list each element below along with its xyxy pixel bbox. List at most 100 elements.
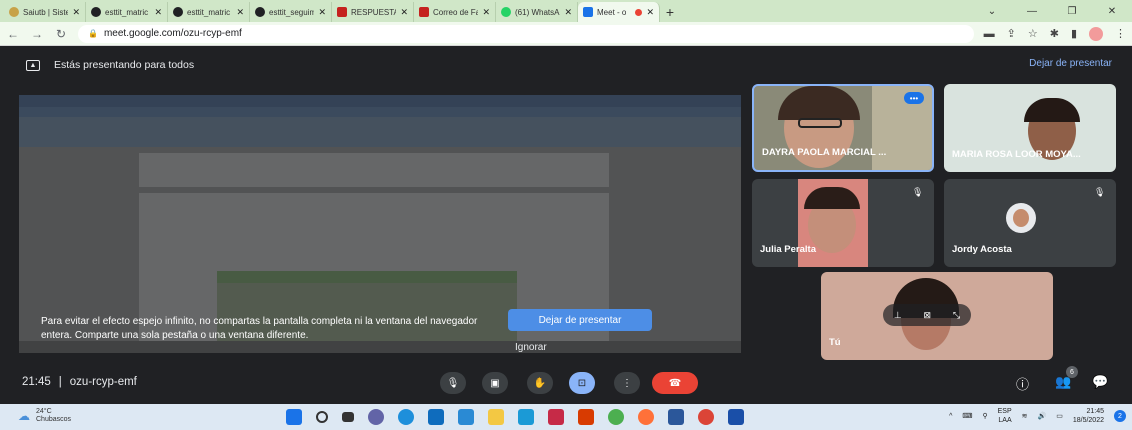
close-icon[interactable]: ✕ (646, 7, 654, 18)
frame-off-icon[interactable]: ⊠ (924, 310, 932, 321)
stop-presenting-button[interactable]: Dejar de presentar (508, 309, 652, 331)
language-indicator[interactable]: ESP LAA (998, 407, 1012, 425)
tab-favicon (255, 7, 265, 17)
end-call-button[interactable]: ☎ (652, 372, 698, 394)
store-icon[interactable] (428, 409, 444, 425)
tab-3[interactable]: esttit_seguim ✕ (250, 2, 332, 22)
participant-tile[interactable]: 🎙 Julia Peralta (752, 179, 934, 267)
address-bar[interactable]: 🔒 meet.google.com/ozu-rcyp-emf (78, 24, 974, 43)
tab-5[interactable]: Correo de Fa ✕ (414, 2, 496, 22)
minimize-self-icon[interactable]: ⤡ (953, 310, 960, 321)
weather-temp: 24°C (36, 408, 52, 415)
ignore-button[interactable]: Ignorar (515, 342, 547, 353)
chevron-down-icon[interactable]: ⌄ (972, 0, 1012, 22)
forward-arrow-icon[interactable]: → (30, 27, 44, 41)
chrome-icon[interactable] (608, 409, 624, 425)
app-red-icon[interactable] (548, 409, 564, 425)
gmail-icon (419, 7, 429, 17)
star-icon[interactable]: ☆ (1028, 27, 1038, 40)
mirror-warning-text: Para evitar el efecto espejo infinito, n… (41, 316, 478, 341)
camera-button[interactable]: ▣ (482, 372, 508, 394)
tab-6[interactable]: (61) WhatsAp ✕ (496, 2, 578, 22)
close-window-icon[interactable]: ✕ (1092, 0, 1132, 22)
participant-tile[interactable]: MARIA ROSA LOOR MOYA... (944, 84, 1116, 172)
chat-icon[interactable]: 💬 (1092, 374, 1108, 390)
mail-icon[interactable] (458, 409, 474, 425)
weather-icon: ☁ (18, 409, 30, 423)
teams-chat-icon[interactable] (368, 409, 384, 425)
close-icon[interactable]: ✕ (72, 7, 80, 18)
close-icon[interactable]: ✕ (400, 7, 408, 18)
mic-off-icon: 🎙 (1094, 187, 1106, 197)
raise-hand-button[interactable]: ✋ (527, 372, 553, 394)
tile-options-icon[interactable]: ••• (904, 92, 924, 104)
notification-badge[interactable]: 2 (1114, 410, 1126, 422)
keyboard-icon[interactable]: ⌨ (962, 412, 972, 420)
side-panel-icon[interactable]: ▮ (1071, 27, 1077, 40)
profile-avatar[interactable] (1089, 26, 1103, 41)
usb-icon[interactable]: ⚲ (982, 412, 987, 420)
task-view-icon[interactable] (342, 412, 354, 422)
tab-label: Correo de Fa (433, 7, 479, 17)
tab-favicon (173, 7, 183, 17)
info-icon[interactable]: ⓘ (1016, 374, 1029, 393)
participant-avatar (1006, 203, 1036, 233)
pin-icon[interactable]: ⊥ (894, 310, 902, 321)
app-blue-icon[interactable] (728, 409, 744, 425)
close-icon[interactable]: ✕ (318, 7, 326, 18)
system-tray: ^ ⌨ ⚲ ESP LAA ≋ 🔊 ▭ 21:45 18/5/2022 2 (949, 407, 1126, 425)
reload-icon[interactable]: ↻ (54, 27, 68, 41)
wifi-icon[interactable]: ≋ (1022, 412, 1028, 420)
tab-1[interactable]: esttit_matric ✕ (86, 2, 168, 22)
close-icon[interactable]: ✕ (236, 7, 244, 18)
menu-dots-icon[interactable]: ⋮ (1115, 27, 1126, 40)
new-tab-button[interactable]: + (660, 2, 680, 22)
recording-dot-icon (635, 8, 643, 16)
tab-7-active[interactable]: Meet - o ✕ (578, 2, 660, 22)
participant-name: Jordy Acosta (952, 244, 1012, 255)
back-arrow-icon[interactable]: ← (6, 27, 20, 41)
self-tile[interactable]: ⊥ ⊠ ⤡ Tú (821, 272, 1053, 360)
participant-hair (1024, 98, 1080, 122)
app-l-icon[interactable] (518, 409, 534, 425)
chrome-icon[interactable] (698, 409, 714, 425)
self-hover-controls: ⊥ ⊠ ⤡ (883, 304, 971, 326)
tab-4[interactable]: RESPUESTA ✕ (332, 2, 414, 22)
presenting-text: Estás presentando para todos (54, 59, 195, 71)
tab-favicon (91, 7, 101, 17)
participant-tile[interactable]: ••• DAYRA PAOLA MARCIAL ... (752, 84, 934, 172)
lock-icon: 🔒 (88, 29, 98, 38)
close-icon[interactable]: ✕ (564, 7, 572, 18)
present-button[interactable]: ⊡ (569, 372, 595, 394)
maximize-icon[interactable]: ❐ (1052, 0, 1092, 22)
tab-2[interactable]: esttit_matric ✕ (168, 2, 250, 22)
camera-in-use-icon[interactable]: ▬ (984, 28, 995, 40)
file-explorer-icon[interactable] (488, 409, 504, 425)
battery-icon[interactable]: ▭ (1056, 412, 1063, 420)
edge-icon[interactable] (398, 409, 414, 425)
microphone-button[interactable]: 🎙 (440, 372, 466, 394)
office-icon[interactable] (578, 409, 594, 425)
windows-start-icon[interactable] (286, 409, 302, 425)
present-screen-icon: ▲ (26, 59, 40, 71)
mic-off-icon: 🎙 (912, 187, 924, 197)
close-icon[interactable]: ✕ (154, 7, 162, 18)
search-icon[interactable] (316, 411, 328, 423)
volume-icon[interactable]: 🔊 (1038, 412, 1047, 420)
clock[interactable]: 21:45 18/5/2022 (1073, 407, 1104, 425)
chevron-up-icon[interactable]: ^ (949, 413, 952, 420)
participant-tile[interactable]: 🎙 Jordy Acosta (944, 179, 1116, 267)
weather-widget[interactable]: ☁ 24°C Chubascos (18, 408, 71, 424)
firefox-icon[interactable] (638, 409, 654, 425)
minimize-icon[interactable]: — (1012, 0, 1052, 22)
stop-presenting-link[interactable]: Dejar de presentar (1029, 58, 1112, 69)
extensions-icon[interactable]: ✱ (1050, 27, 1059, 40)
tab-0[interactable]: Saiutb | Siste ✕ (4, 2, 86, 22)
tab-label: esttit_seguim (269, 7, 315, 17)
more-options-button[interactable]: ⋮ (614, 372, 640, 394)
close-icon[interactable]: ✕ (482, 7, 490, 18)
word-icon[interactable] (668, 409, 684, 425)
participant-name: MARIA ROSA LOOR MOYA... (952, 149, 1081, 160)
share-icon[interactable]: ⇪ (1007, 27, 1016, 40)
windows-taskbar: ☁ 24°C Chubascos ^ ⌨ ⚲ ESP LAA ≋ 🔊 ▭ 21:… (0, 404, 1132, 430)
